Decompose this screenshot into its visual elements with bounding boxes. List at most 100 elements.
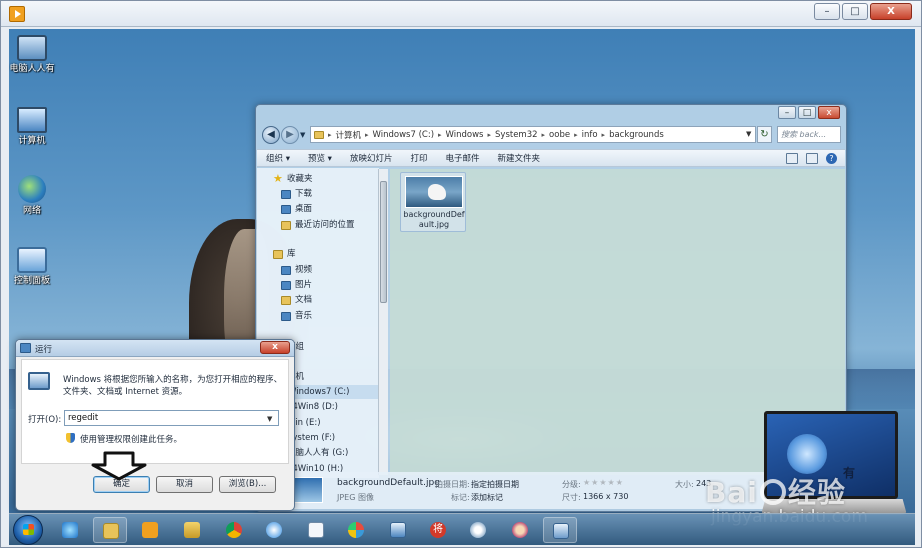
help-icon[interactable]: ? — [826, 152, 837, 164]
address-dropdown-chevron-icon[interactable]: ▼ — [746, 130, 751, 138]
navigation-row: ◀ ▶ ▼ ▸ 计算机 ▸ Windows7 (C:) ▸ Windows ▸ … — [260, 124, 842, 146]
run-program-icon — [28, 372, 50, 390]
details-size-label: 大小: — [675, 480, 694, 489]
annotation-arrow-icon — [91, 451, 147, 481]
slideshow-button[interactable]: 放映幻灯片 — [341, 152, 402, 164]
minimize-button[interactable]: – — [778, 106, 796, 119]
organize-menu[interactable]: 组织 ▾ — [257, 152, 299, 164]
breadcrumb-item[interactable]: System32 — [495, 130, 538, 140]
details-date-value[interactable]: 指定拍摄日期 — [471, 479, 519, 490]
details-tags-value[interactable]: 添加标记 — [471, 492, 503, 503]
taskbar-explorer[interactable] — [93, 517, 127, 543]
preview-pane-icon[interactable] — [806, 152, 818, 164]
nav-item-recent[interactable]: 最近访问的位置 — [281, 218, 355, 232]
network-globe-icon — [18, 175, 46, 203]
paw-logo-icon — [787, 434, 827, 474]
taskbar-settings-flower[interactable] — [461, 517, 495, 543]
taskbar-run[interactable] — [543, 517, 577, 543]
close-button[interactable]: x — [260, 341, 290, 354]
refresh-icon[interactable]: ↻ — [757, 126, 772, 143]
file-item[interactable]: backgroundDefault.jpg — [400, 172, 466, 232]
start-button[interactable] — [13, 515, 43, 545]
breadcrumb-item[interactable]: info — [582, 130, 598, 140]
back-arrow-icon[interactable]: ◀ — [262, 126, 280, 144]
new-folder-button[interactable]: 新建文件夹 — [488, 152, 549, 164]
document-icon — [308, 522, 324, 538]
nav-item-pictures[interactable]: 图片 — [281, 278, 312, 292]
nav-favorites[interactable]: ★ 收藏夹 — [273, 172, 313, 186]
view-options-icon[interactable] — [786, 152, 798, 164]
scrollbar-thumb[interactable] — [380, 181, 387, 303]
paint-icon — [348, 522, 364, 538]
taskbar-media-player[interactable] — [133, 517, 167, 543]
nav-item-documents[interactable]: 文档 — [281, 293, 312, 307]
desktop-icon-computer[interactable]: 计算机 — [9, 107, 59, 147]
admin-note: 使用管理权限创建此任务。 — [80, 435, 183, 445]
star-icon: ★ — [273, 172, 283, 185]
baidu-paw-icon — [759, 479, 786, 505]
taskbar-chess[interactable]: 将 — [421, 517, 455, 543]
library-icon — [273, 249, 283, 259]
run-description: Windows 将根据您所输入的名称，为您打开相应的程序、文件夹、文档或 Int… — [63, 375, 283, 397]
nav-item-videos[interactable]: 视频 — [281, 263, 312, 277]
maximize-button[interactable]: □ — [798, 106, 816, 119]
uac-shield-icon — [66, 433, 75, 443]
print-button[interactable]: 打印 — [401, 152, 436, 164]
monitor-icon — [17, 35, 47, 61]
breadcrumb-item[interactable]: oobe — [549, 130, 570, 140]
picture-library-icon — [281, 280, 291, 290]
file-name: backgroundDefault.jpg — [403, 210, 465, 229]
nav-drive-g[interactable]: 电脑人人有 (G:) — [287, 446, 348, 460]
minimize-button[interactable]: – — [814, 3, 840, 20]
taskbar-remote-desktop[interactable] — [381, 517, 415, 543]
forward-arrow-icon[interactable]: ▶ — [281, 126, 299, 144]
video-library-icon — [281, 265, 291, 275]
details-thumbnail — [291, 477, 323, 503]
taskbar-chrome[interactable] — [217, 517, 251, 543]
breadcrumb-item[interactable]: Windows7 (C:) — [373, 130, 434, 140]
monkey-icon — [512, 522, 528, 538]
taskbar: 将 — [9, 513, 915, 545]
desktop-icon-control-panel[interactable]: 控制面板 — [9, 247, 59, 287]
rating-stars[interactable]: ★★★★★ — [583, 478, 624, 487]
maximize-button[interactable]: □ — [842, 3, 868, 20]
document-library-icon — [281, 295, 291, 305]
run-command-input[interactable] — [64, 410, 279, 426]
desktop-icon-label: 电脑人人有 — [9, 64, 55, 74]
details-date-label: 拍摄日期: — [435, 480, 470, 489]
chevron-down-icon[interactable]: ▼ — [267, 415, 272, 423]
recent-pages-chevron-icon[interactable]: ▼ — [300, 131, 305, 139]
breadcrumb-item[interactable]: 计算机 — [336, 129, 362, 141]
email-button[interactable]: 电子邮件 — [436, 152, 488, 164]
nav-pane-scrollbar[interactable] — [378, 169, 388, 475]
details-dims-value: 1366 x 730 — [583, 492, 629, 501]
nav-item-downloads[interactable]: 下载 — [281, 187, 312, 201]
taskbar-folder[interactable] — [175, 517, 209, 543]
run-dialog-titlebar[interactable]: 运行 x — [16, 340, 294, 357]
cancel-button[interactable]: 取消 — [156, 476, 213, 493]
desktop-icon-label: 网络 — [22, 206, 41, 216]
desktop-icon-network[interactable]: 网络 — [9, 175, 59, 217]
details-rating-label: 分级: — [562, 480, 581, 489]
nav-item-music[interactable]: 音乐 — [281, 309, 312, 323]
taskbar-document[interactable] — [299, 517, 333, 543]
taskbar-ie[interactable] — [53, 517, 87, 543]
taskbar-qq-browser[interactable] — [257, 517, 291, 543]
taskbar-monkey[interactable] — [503, 517, 537, 543]
browse-button[interactable]: 浏览(B)... — [219, 476, 276, 493]
preview-menu[interactable]: 预览 ▾ — [299, 152, 341, 164]
breadcrumb-item[interactable]: Windows — [446, 130, 484, 140]
nav-item-desktop[interactable]: 桌面 — [281, 202, 312, 216]
taskbar-paint[interactable] — [339, 517, 373, 543]
player-titlebar[interactable]: – □ X — [1, 1, 921, 27]
search-input[interactable]: 搜索 back... — [777, 126, 841, 143]
desktop-icon-computer-user[interactable]: 电脑人人有 — [9, 35, 59, 75]
run-dialog[interactable]: 运行 x Windows 将根据您所输入的名称，为您打开相应的程序、文件夹、文档… — [15, 339, 295, 511]
close-button[interactable]: x — [818, 106, 840, 119]
close-button[interactable]: X — [870, 3, 912, 20]
address-bar[interactable]: ▸ 计算机 ▸ Windows7 (C:) ▸ Windows ▸ System… — [310, 126, 756, 143]
breadcrumb-item[interactable]: backgrounds — [609, 130, 664, 140]
baidu-watermark: Bai 经验 — [705, 476, 846, 509]
ie-icon — [62, 522, 78, 538]
nav-libraries[interactable]: 库 — [273, 247, 296, 261]
